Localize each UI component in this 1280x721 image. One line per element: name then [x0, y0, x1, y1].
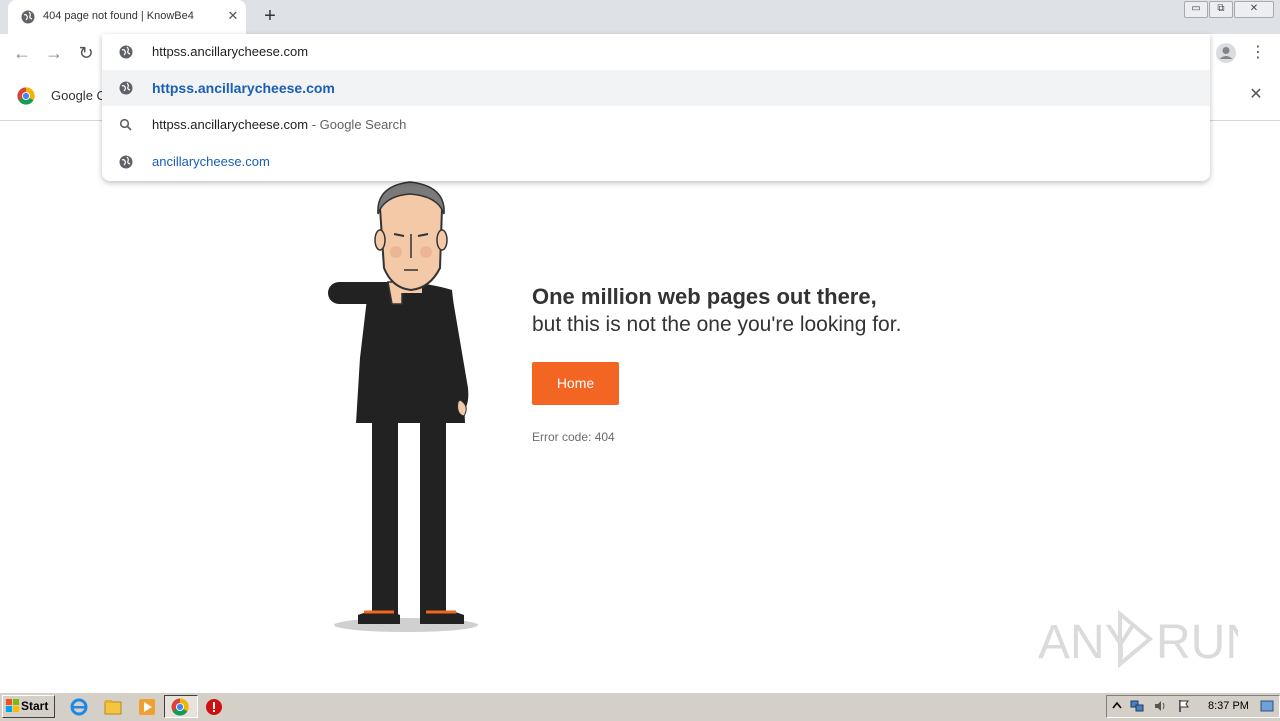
- restore-button[interactable]: ⧉: [1209, 1, 1233, 18]
- man-illustration: [328, 181, 478, 632]
- forward-button[interactable]: →: [43, 42, 65, 64]
- media-player-icon[interactable]: [138, 698, 156, 716]
- taskbar-clock: 8:37 PM: [1208, 700, 1249, 712]
- show-desktop-icon[interactable]: [1260, 699, 1274, 713]
- back-button[interactable]: ←: [11, 42, 33, 64]
- home-button[interactable]: Home: [532, 362, 619, 405]
- windows-logo-icon: [6, 699, 19, 712]
- headline-line-2: but this is not the one you're looking f…: [532, 313, 902, 336]
- new-tab-button[interactable]: +: [260, 6, 280, 26]
- minimize-button[interactable]: ▭: [1184, 1, 1208, 18]
- omnibox-input-row[interactable]: httpss.ancillarycheese.com: [102, 34, 1210, 70]
- globe-icon: [119, 45, 133, 59]
- volume-icon[interactable]: [1153, 699, 1167, 713]
- info-bar-label: Google Cl: [51, 88, 109, 103]
- browser-tab[interactable]: 404 page not found | KnowBe4 ✕: [8, 0, 246, 34]
- menu-icon[interactable]: ⋮: [1250, 42, 1266, 64]
- file-explorer-icon[interactable]: [104, 698, 122, 716]
- network-icon[interactable]: [1130, 699, 1144, 713]
- globe-icon: [119, 155, 133, 169]
- action-center-flag-icon[interactable]: [1177, 699, 1191, 713]
- stop-sign-icon[interactable]: [205, 698, 223, 716]
- search-icon: [119, 118, 132, 131]
- globe-icon: [21, 10, 35, 24]
- info-bar-close-icon[interactable]: ✕: [1247, 86, 1265, 104]
- omnibox-suggestion[interactable]: httpss.ancillarycheese.com - Google Sear…: [102, 107, 1210, 143]
- close-window-button[interactable]: ✕: [1234, 1, 1274, 18]
- headline-line-1: One million web pages out there,: [532, 284, 877, 309]
- omnibox-dropdown: httpss.ancillarycheese.com httpss.ancill…: [102, 34, 1210, 181]
- suggestion-url: ancillarycheese.com: [152, 154, 270, 169]
- chrome-icon: [171, 698, 189, 716]
- start-label: Start: [21, 699, 49, 713]
- anyrun-watermark-logo: ANY RUN: [1038, 609, 1238, 669]
- globe-icon: [119, 81, 133, 95]
- error-code-text: Error code: 404: [532, 430, 615, 444]
- suggestion-search: httpss.ancillarycheese.com - Google Sear…: [152, 117, 406, 132]
- internet-explorer-icon[interactable]: [70, 698, 88, 716]
- reload-button[interactable]: ↻: [75, 42, 97, 64]
- suggestion-search-query: httpss.ancillarycheese.com: [152, 117, 309, 132]
- profile-avatar-icon[interactable]: [1215, 42, 1237, 64]
- omnibox-input[interactable]: httpss.ancillarycheese.com: [152, 44, 308, 59]
- suggestion-url: httpss.ancillarycheese.com: [152, 80, 335, 96]
- tab-title: 404 page not found | KnowBe4: [43, 10, 194, 22]
- suggestion-search-suffix: - Google Search: [308, 117, 407, 132]
- omnibox-suggestion[interactable]: httpss.ancillarycheese.com: [102, 70, 1210, 106]
- tab-close-icon[interactable]: ✕: [225, 8, 241, 24]
- watermark-text-right: RUN: [1156, 616, 1238, 669]
- tray-expand-icon[interactable]: [1110, 699, 1124, 713]
- omnibox-suggestion[interactable]: ancillarycheese.com: [102, 144, 1210, 180]
- start-button[interactable]: Start: [2, 695, 55, 718]
- chrome-logo-icon: [17, 87, 35, 105]
